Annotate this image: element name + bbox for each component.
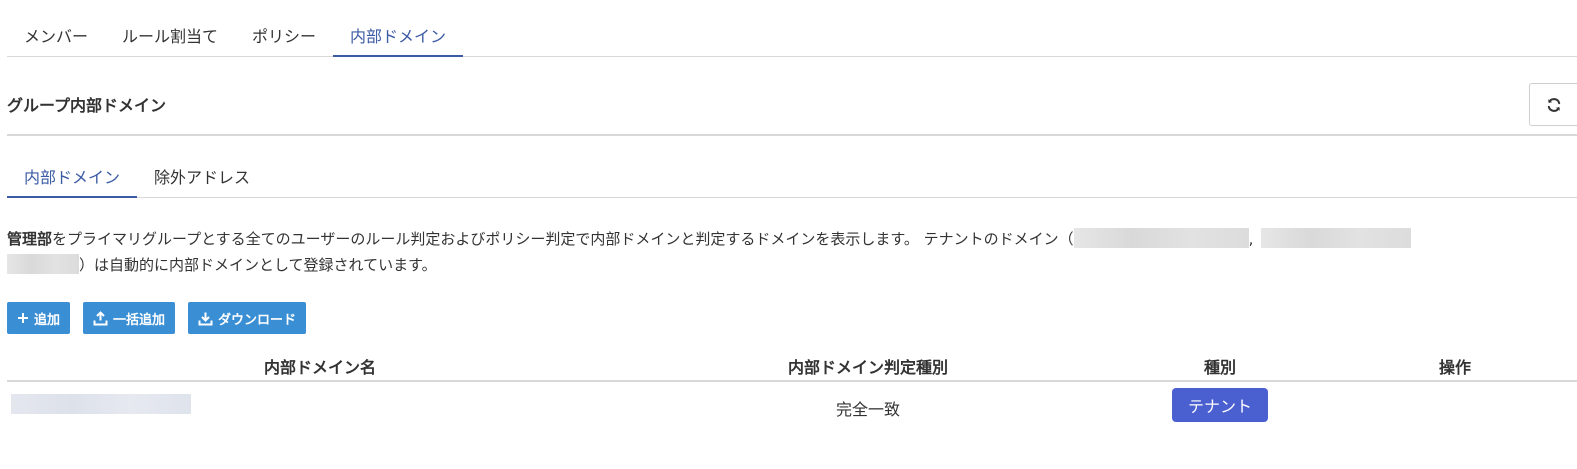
tab-internal-domain[interactable]: 内部ドメイン xyxy=(333,14,464,57)
subtab-excluded-address[interactable]: 除外アドレス xyxy=(137,155,267,197)
top-tabs: メンバー ルール割当て ポリシー 内部ドメイン xyxy=(7,14,1577,57)
add-button-label: 追加 xyxy=(34,312,61,328)
column-header-kind[interactable]: 種別 xyxy=(1204,354,1236,378)
description-text-2: ）は自動的に内部ドメインとして登録されています。 xyxy=(79,256,437,274)
page: メンバー ルール割当て ポリシー 内部ドメイン グループ内部ドメイン 内部ドメイ… xyxy=(0,0,1577,469)
subtab-internal-domain[interactable]: 内部ドメイン xyxy=(7,155,138,198)
description-separator: , xyxy=(1248,230,1254,248)
redacted-domain-3 xyxy=(7,254,79,274)
plus-icon xyxy=(18,313,28,323)
table-row: 完全一致 テナント xyxy=(7,382,1577,432)
table-header: 内部ドメイン名 内部ドメイン判定種別 種別 操作 xyxy=(7,348,1577,382)
bulk-add-button[interactable]: 一括追加 xyxy=(83,302,176,334)
sub-tabs: 内部ドメイン 除外アドレス xyxy=(7,155,1577,198)
tab-policy[interactable]: ポリシー xyxy=(235,14,333,56)
download-button[interactable]: ダウンロード xyxy=(188,302,307,334)
column-header-actions: 操作 xyxy=(1438,358,1472,377)
add-button[interactable]: 追加 xyxy=(7,302,71,334)
section-divider xyxy=(7,134,1577,136)
description: 管理部をプライマリグループとする全てのユーザーのルール判定およびポリシー判定で内… xyxy=(7,226,1577,278)
redacted-domain-name xyxy=(11,394,191,414)
tab-members[interactable]: メンバー xyxy=(7,14,105,56)
redacted-domain-2 xyxy=(1261,228,1412,248)
kind-badge: テナント xyxy=(1172,388,1268,422)
download-icon xyxy=(198,312,213,325)
refresh-button[interactable] xyxy=(1529,83,1577,126)
action-buttons: 追加 一括追加 ダウンロード xyxy=(7,302,307,334)
match-type-cell: 完全一致 xyxy=(835,400,901,419)
internal-domain-table: 内部ドメイン名 内部ドメイン判定種別 種別 操作 完全一致 テナント xyxy=(7,348,1577,432)
column-header-domain-name[interactable]: 内部ドメイン名 xyxy=(264,354,376,378)
tab-rule-assignment[interactable]: ルール割当て xyxy=(105,14,235,56)
bulk-add-button-label: 一括追加 xyxy=(113,312,166,328)
redacted-domain-1 xyxy=(1073,228,1249,248)
group-name: 管理部 xyxy=(7,230,53,248)
description-text-1: をプライマリグループとする全てのユーザーのルール判定およびポリシー判定で内部ドメ… xyxy=(52,230,1074,248)
upload-icon xyxy=(93,310,108,325)
column-header-match-type[interactable]: 内部ドメイン判定種別 xyxy=(788,354,948,378)
section-title: グループ内部ドメイン xyxy=(7,96,167,115)
refresh-icon xyxy=(1547,97,1560,112)
download-button-label: ダウンロード xyxy=(218,312,297,328)
